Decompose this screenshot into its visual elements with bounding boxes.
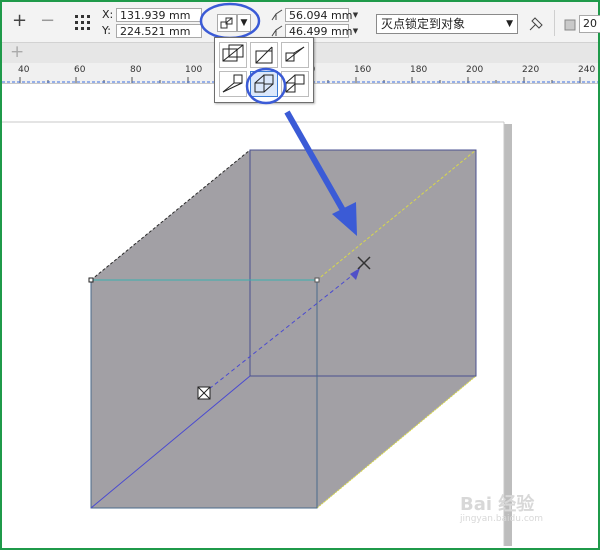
cube-shape[interactable]	[91, 150, 476, 508]
depth-input[interactable]: 56.094 mm	[285, 8, 352, 22]
ruler-mark: 180	[410, 65, 428, 75]
extrude-small-front-option[interactable]	[250, 42, 278, 68]
extra-value-field[interactable]: 20	[579, 15, 600, 33]
rotate-icon[interactable]	[562, 14, 578, 32]
toolbar-separator	[554, 10, 555, 36]
ruler-mark: 40	[18, 65, 30, 75]
object-origin-icon[interactable]	[74, 14, 92, 32]
vanishing-point-icon	[271, 25, 283, 37]
highlight-circle-popup	[245, 67, 287, 105]
y-position-input[interactable]: 224.521 mm	[116, 24, 202, 38]
ruler-mark: 240	[578, 65, 596, 75]
cube-drawing[interactable]	[2, 84, 598, 546]
vanishing-point-y-input[interactable]: 46.499 mm	[285, 24, 352, 38]
ruler-mark: 220	[522, 65, 540, 75]
extrude-small-back-icon	[222, 44, 244, 62]
vanishing-point-spinner[interactable]: ▼	[351, 24, 360, 38]
add-tab-button[interactable]: +	[10, 42, 24, 62]
watermark-title: Bai 经验	[460, 494, 535, 515]
y-label: Y:	[102, 24, 111, 37]
extrude-big-back-icon	[285, 46, 305, 62]
extrude-big-front-icon	[222, 74, 243, 93]
watermark-url: jingyan.baidu.com	[460, 514, 544, 524]
drawing-canvas[interactable]	[2, 84, 598, 546]
depth-spinner[interactable]: ▼	[351, 8, 360, 22]
page-shadow	[504, 124, 512, 546]
x-label: X:	[102, 8, 114, 21]
vanishing-point-lock-dropdown[interactable]: 灭点锁定到对象 ▼	[376, 14, 518, 34]
dropdown-arrow-icon: ▼	[506, 19, 513, 29]
remove-preset-button[interactable]: −	[40, 12, 55, 30]
ruler-mark: 200	[466, 65, 484, 75]
ruler-mark: 60	[74, 65, 86, 75]
extrude-small-front-icon	[255, 46, 273, 64]
selection-handle[interactable]	[88, 277, 94, 283]
extrude-big-front-option[interactable]	[219, 71, 247, 97]
depth-icon	[271, 9, 283, 21]
baidu-watermark: Bai 经验 jingyan.baidu.com	[460, 490, 543, 524]
copy-vanishing-point-icon[interactable]	[526, 14, 546, 34]
highlight-circle-toolbar	[199, 2, 261, 40]
dropdown-value: 灭点锁定到对象	[381, 17, 466, 31]
ruler-mark: 80	[130, 65, 142, 75]
ruler-mark: 100	[185, 65, 203, 75]
add-preset-button[interactable]: +	[12, 12, 27, 30]
extrude-small-back-option[interactable]	[219, 42, 247, 68]
selection-handle[interactable]	[314, 277, 320, 283]
extrude-big-back-option[interactable]	[281, 42, 309, 68]
ruler-mark: 160	[354, 65, 372, 75]
center-handle-icon[interactable]	[197, 386, 211, 400]
x-position-input[interactable]: 131.939 mm	[116, 8, 202, 22]
